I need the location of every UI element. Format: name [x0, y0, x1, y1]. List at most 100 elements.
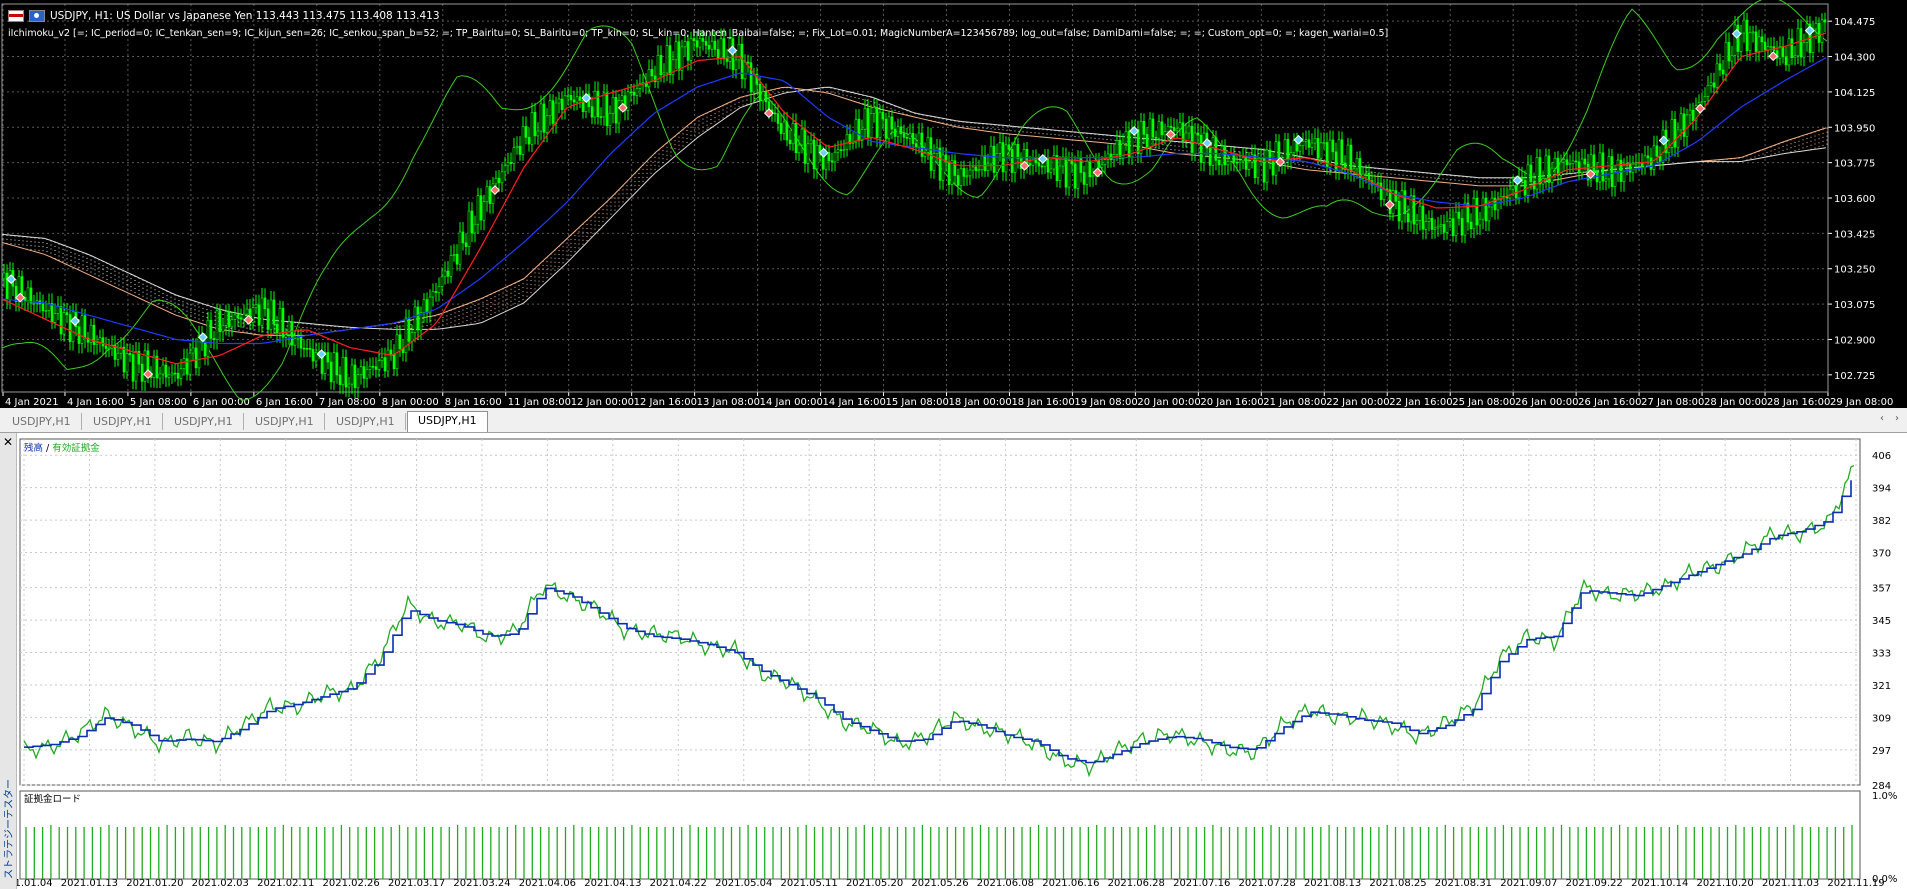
price-chart-svg[interactable]: 104.475 104.300 104.125 103.950 103.775 103.6… — [0, 0, 1907, 408]
candle-body — [1211, 137, 1215, 166]
candle-body — [53, 313, 57, 323]
candle-body — [431, 291, 435, 298]
equity-chart-svg: 4063943823703573453333213092972842021.01… — [0, 438, 1897, 889]
candle-body — [956, 175, 960, 186]
candle-body — [590, 106, 594, 118]
price-chart-pane[interactable]: 104.475 104.300 104.125 103.950 103.775 103.6… — [0, 0, 1907, 408]
equity-x-tick-label: 2021.07.16 — [1173, 878, 1230, 889]
candle-body — [341, 357, 345, 385]
candle-body — [1733, 24, 1737, 56]
chart-tab-4[interactable]: USDJPY,H1 — [245, 413, 325, 430]
candle-body — [776, 113, 780, 124]
candle-body — [1364, 172, 1368, 175]
trade-arrow-icon[interactable] — [1092, 167, 1103, 178]
candle-body — [242, 313, 246, 320]
equity-x-tick-label: 2021.04.06 — [519, 878, 576, 889]
tab-scroll-left-icon[interactable]: ‹ — [1880, 413, 1884, 424]
candle-body — [221, 325, 225, 333]
candle-body — [686, 41, 690, 61]
candle-body — [1817, 23, 1821, 43]
candle-body — [812, 139, 816, 170]
equity-x-tick-label: 2021.11.03 — [1762, 878, 1819, 889]
candle-body — [1199, 134, 1203, 163]
candle-body — [1097, 160, 1101, 168]
candle-body — [32, 302, 36, 305]
candle-body — [1181, 122, 1185, 142]
candle-body — [1460, 218, 1464, 236]
equity-x-tick-label: 2021.09.07 — [1500, 878, 1557, 889]
price-y-tick-label: 103.775 — [1834, 159, 1875, 170]
price-x-tick-label: 18 Jan 00:00 — [948, 397, 1011, 408]
chart-tab-1[interactable]: USDJPY,H1 — [2, 413, 82, 430]
chart-tab-2[interactable]: USDJPY,H1 — [83, 413, 163, 430]
candle-body — [1466, 202, 1470, 223]
equity-x-tick-label: 2021.05.04 — [715, 878, 772, 889]
candle-body — [1202, 132, 1206, 163]
candle-body — [128, 353, 132, 355]
candle-body — [1730, 54, 1734, 62]
candle-body — [1592, 154, 1596, 173]
equity-y-tick-label: 406 — [1872, 451, 1891, 462]
candle-body — [1823, 19, 1827, 23]
candle-body — [1454, 211, 1458, 237]
candle-body — [1040, 165, 1044, 168]
candle-body — [809, 139, 813, 145]
tab-scroll-right-icon[interactable]: › — [1895, 413, 1899, 424]
candle-body — [293, 338, 297, 346]
candle-body — [1172, 127, 1176, 132]
equity-y-tick-label: 333 — [1872, 649, 1891, 660]
candle-body — [443, 270, 447, 278]
candle-body — [1292, 140, 1296, 153]
margin-y-tick-label: 1.0% — [1872, 791, 1897, 802]
trade-arrow-icon[interactable] — [1293, 134, 1304, 145]
price-x-tick-label: 28 Jan 00:00 — [1704, 397, 1767, 408]
candle-body — [227, 311, 231, 328]
candle-body — [611, 97, 615, 114]
candle-body — [1316, 138, 1320, 159]
candle-body — [1496, 199, 1500, 211]
candle-body — [338, 374, 342, 385]
candle-body — [1607, 156, 1611, 180]
candle-body — [1619, 159, 1623, 182]
candle-body — [497, 177, 501, 184]
equity-x-tick-label: 2021.02.26 — [323, 878, 380, 889]
chart-tab-5[interactable]: USDJPY,H1 — [326, 413, 406, 430]
candle-body — [866, 108, 870, 138]
candle-body — [485, 186, 489, 202]
candle-body — [1580, 158, 1584, 174]
candle-body — [1163, 131, 1167, 136]
chart-tab-3[interactable]: USDJPY,H1 — [164, 413, 244, 430]
candle-body — [308, 348, 312, 350]
candle-body — [263, 297, 267, 310]
price-x-tick-label: 8 Jan 16:00 — [445, 397, 502, 408]
candle-body — [1610, 156, 1614, 187]
chart-tab-6[interactable]: USDJPY,H1 — [407, 411, 488, 432]
candle-body — [374, 366, 378, 370]
candle-body — [1136, 129, 1140, 155]
candle-body — [980, 155, 984, 170]
candle-body — [704, 41, 708, 46]
price-x-tick-label: 20 Jan 16:00 — [1200, 397, 1263, 408]
candle-body — [1178, 122, 1182, 130]
candle-body — [893, 128, 897, 137]
equity-legend: 残高 / 有効証拠金 — [24, 442, 100, 454]
candle-body — [1736, 24, 1740, 52]
candle-body — [1346, 144, 1350, 170]
price-y-tick-label: 104.475 — [1834, 17, 1875, 28]
candle-body — [290, 321, 294, 346]
candle-body — [905, 136, 909, 139]
candle-body — [698, 38, 702, 48]
candle-body — [995, 153, 999, 173]
candle-body — [1331, 139, 1335, 153]
candle-body — [1484, 197, 1488, 222]
candle-body — [1565, 159, 1569, 165]
equity-x-tick-label: 2021.04.22 — [650, 878, 707, 889]
candle-body — [1091, 175, 1095, 178]
candle-body — [1139, 121, 1143, 155]
candle-body — [452, 254, 456, 256]
equity-x-tick-label: 2021.01.20 — [126, 878, 183, 889]
candle-body — [743, 61, 747, 80]
close-icon[interactable]: ✕ — [3, 435, 13, 449]
candle-body — [629, 91, 633, 94]
candle-body — [215, 310, 219, 340]
